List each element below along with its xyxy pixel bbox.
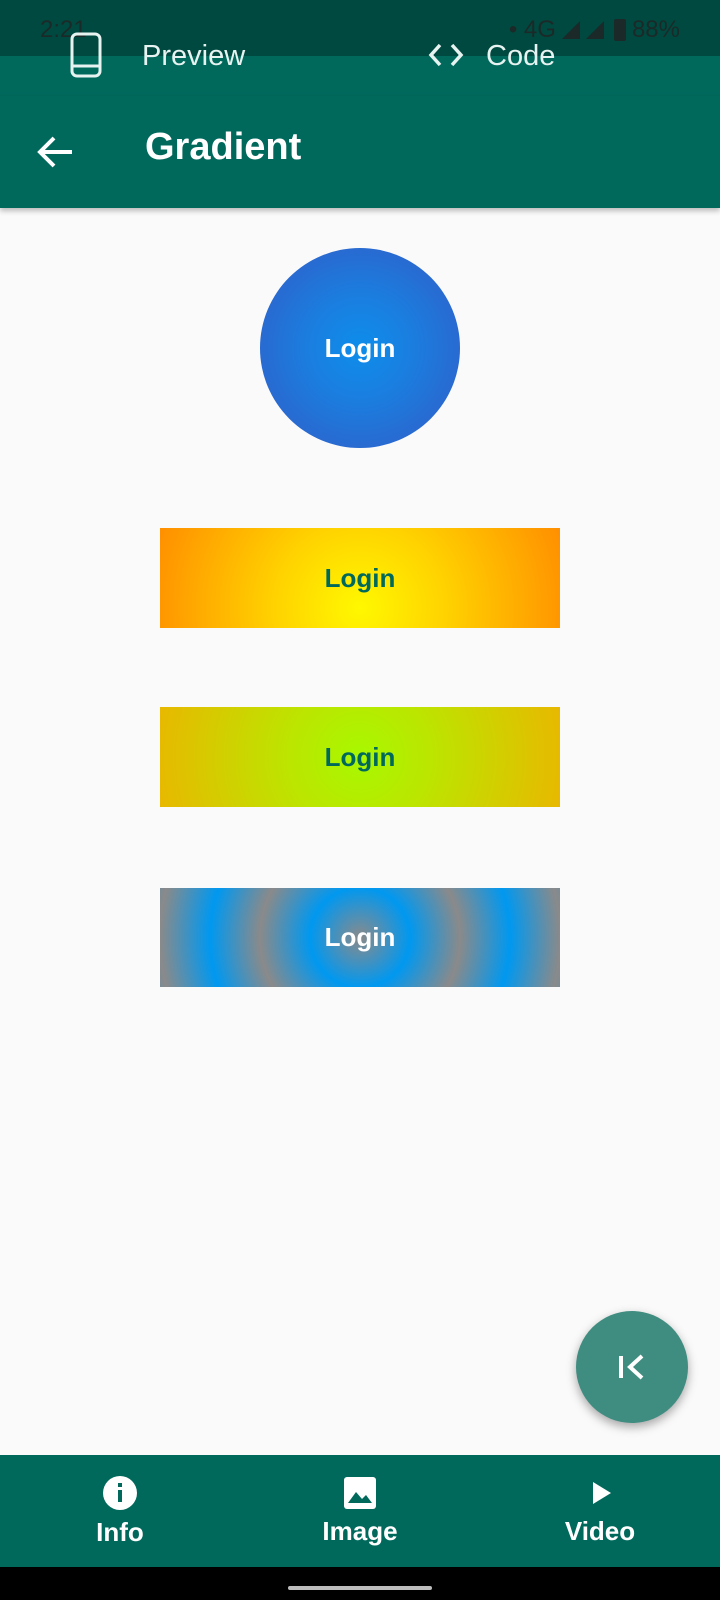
top-tab-bar: 2:21 • 4G 88% Preview Code: [0, 0, 720, 96]
tab-code[interactable]: Code: [420, 30, 555, 82]
nav-image[interactable]: Image: [280, 1455, 440, 1567]
status-battery: 88%: [631, 16, 680, 43]
signal-icon-2: [585, 21, 604, 39]
page-title: Gradient: [145, 126, 302, 168]
first-page-fab[interactable]: [576, 1311, 688, 1423]
image-icon: [344, 1476, 376, 1509]
home-gesture-handle[interactable]: [288, 1586, 432, 1590]
login-button-green[interactable]: Login: [160, 707, 560, 807]
app-bar: Gradient: [0, 96, 720, 208]
phone-icon: [70, 32, 102, 78]
system-navigation-bar: [0, 1567, 720, 1600]
bottom-navigation: Info Image Video: [0, 1455, 720, 1567]
nav-video-label: Video: [564, 1515, 636, 1546]
login-button-blue[interactable]: Login: [160, 888, 560, 987]
nav-video[interactable]: Video: [520, 1455, 680, 1567]
nav-info-label: Info: [96, 1516, 144, 1547]
login-button-yellow[interactable]: Login: [160, 528, 560, 628]
nav-image-label: Image: [322, 1515, 398, 1546]
battery-icon: [613, 19, 626, 41]
play-icon: [593, 1481, 611, 1504]
tab-preview[interactable]: Preview: [70, 30, 245, 82]
nav-info[interactable]: Info: [40, 1455, 200, 1567]
tab-code-label: Code: [486, 39, 556, 72]
signal-icon: [561, 21, 580, 39]
info-icon: [103, 1475, 137, 1510]
first-page-icon: [619, 1354, 644, 1380]
tab-preview-label: Preview: [142, 39, 246, 72]
login-button-circle[interactable]: Login: [260, 248, 460, 448]
code-icon: [428, 43, 464, 67]
back-arrow-icon[interactable]: [32, 130, 80, 174]
